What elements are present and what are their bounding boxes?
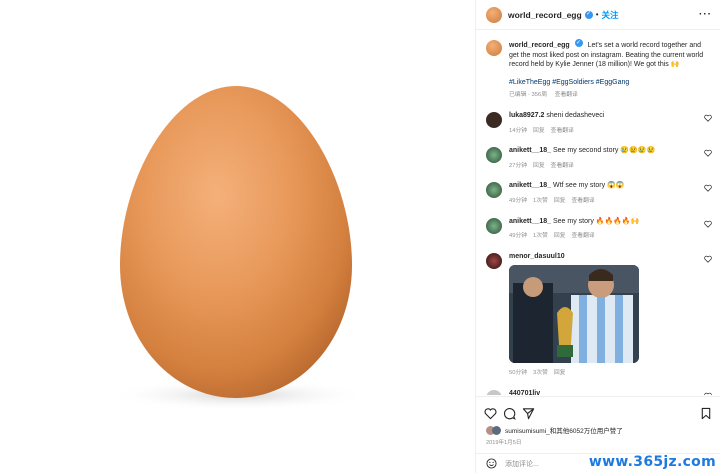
caption: world_record_egg Let's set a world recor… (486, 39, 712, 101)
avatar[interactable] (486, 40, 502, 56)
comment-time: 49分钟 (509, 197, 528, 204)
heart-icon[interactable] (704, 220, 712, 228)
comment-username[interactable]: anikett__18_ (509, 218, 551, 225)
reply-button[interactable]: 回复 (554, 370, 566, 376)
comment-icon[interactable] (503, 407, 516, 420)
likes-summary[interactable]: sumisumisumi_和其他6052万位用户赞了 (476, 423, 720, 437)
likes-text: sumisumisumi_和其他6052万位用户赞了 (505, 428, 623, 435)
egg-image (0, 0, 475, 473)
reply-button[interactable]: 回复 (554, 198, 566, 204)
comment-username[interactable]: luka8927.2 (509, 112, 544, 119)
author-username[interactable]: world_record_egg (508, 10, 582, 20)
bookmark-icon[interactable] (700, 407, 712, 420)
share-icon[interactable] (522, 407, 535, 420)
caption-username[interactable]: world_record_egg (509, 42, 570, 49)
comment-text: See my second story 😢😢😢😢 (552, 147, 656, 155)
avatar[interactable] (486, 6, 502, 23)
post-side-panel: world_record_egg • 关注 ··· world_record_e… (475, 0, 720, 473)
avatar (492, 425, 501, 435)
comment-time: 50分钟 (509, 370, 528, 377)
comment-item: anikett__18_ See my story 🔥🔥🔥🔥🙌 49分钟 1次赞回… (486, 217, 712, 242)
comment-username[interactable]: anikett__18_ (509, 147, 551, 154)
avatar[interactable] (486, 252, 502, 269)
comment-time: 14分钟 (509, 127, 528, 134)
avatar[interactable] (486, 111, 502, 128)
comment-username[interactable]: menor_dasuul10 (509, 253, 565, 260)
reply-button[interactable]: 回复 (533, 128, 545, 134)
comment-item: menor_dasuul10 50分钟 3次赞 回复 (486, 252, 712, 379)
comment-item: anikett__18_ Wtf see my story 😱😱 49分钟 1次赞… (486, 181, 712, 206)
avatar[interactable] (486, 389, 502, 395)
avatar[interactable] (486, 217, 502, 234)
translate-link[interactable]: 查看翻译 (571, 198, 594, 204)
caption-edited: 已编辑 · 356周 (509, 92, 548, 99)
comment-gif[interactable] (509, 265, 639, 364)
emoji-icon[interactable] (486, 458, 497, 469)
heart-icon[interactable] (704, 149, 712, 157)
comment-likes[interactable]: 1次赞 (533, 198, 548, 204)
comment-username[interactable]: anikett__18_ (509, 182, 551, 189)
comment-item: anikett__18_ See my second story 😢😢😢😢 27… (486, 146, 712, 171)
translate-link[interactable]: 查看翻译 (555, 92, 578, 98)
comment-likes[interactable]: 1次赞 (533, 233, 548, 239)
translate-link[interactable]: 查看翻译 (551, 163, 574, 169)
comment-time: 27分钟 (509, 162, 528, 169)
comment-text: See my story 🔥🔥🔥🔥🙌 (552, 217, 640, 225)
comment-text: sheni dedasheveci (546, 111, 605, 119)
post-image[interactable] (0, 0, 475, 473)
like-heart-icon[interactable] (484, 407, 497, 420)
more-options-icon[interactable]: ··· (699, 9, 712, 20)
reply-button[interactable]: 回复 (554, 233, 566, 239)
reply-button[interactable]: 回复 (533, 163, 545, 169)
heart-icon[interactable] (704, 255, 712, 263)
trophy-photo (509, 265, 639, 364)
comments-list[interactable]: world_record_egg Let's set a world recor… (476, 31, 720, 395)
verified-badge-icon (574, 39, 583, 48)
comment-username[interactable]: 440701ljv (509, 390, 540, 395)
heart-icon[interactable] (704, 184, 712, 193)
separator-dot: • (595, 10, 599, 19)
post-date: 2019年1月5日 (486, 440, 522, 446)
comment-time: 49分钟 (509, 233, 528, 240)
follow-button[interactable]: 关注 (602, 9, 619, 21)
watermark: www.365jz.com (588, 454, 716, 470)
action-bar (476, 397, 720, 423)
heart-icon[interactable] (704, 392, 712, 395)
translate-link[interactable]: 查看翻译 (571, 233, 594, 239)
avatar[interactable] (486, 182, 502, 199)
avatar[interactable] (486, 147, 502, 164)
heart-icon[interactable] (704, 114, 712, 122)
add-comment-input[interactable]: 添加评论... (505, 459, 539, 469)
hashtags[interactable]: #LikeTheEgg #EggSoldiers #EggGang (509, 78, 712, 88)
translate-link[interactable]: 查看翻译 (551, 128, 574, 134)
comment-text: Wtf see my story 😱😱 (552, 182, 625, 190)
verified-badge-icon (584, 10, 593, 19)
instagram-post-dialog: world_record_egg • 关注 ··· world_record_e… (0, 0, 720, 473)
comment-likes[interactable]: 3次赞 (533, 370, 548, 376)
comment-item: luka8927.2 sheni dedasheveci 14分钟 回复 查看翻译 (486, 111, 712, 136)
comment-item: 440701ljv (486, 389, 712, 395)
post-header: world_record_egg • 关注 ··· (476, 0, 720, 30)
